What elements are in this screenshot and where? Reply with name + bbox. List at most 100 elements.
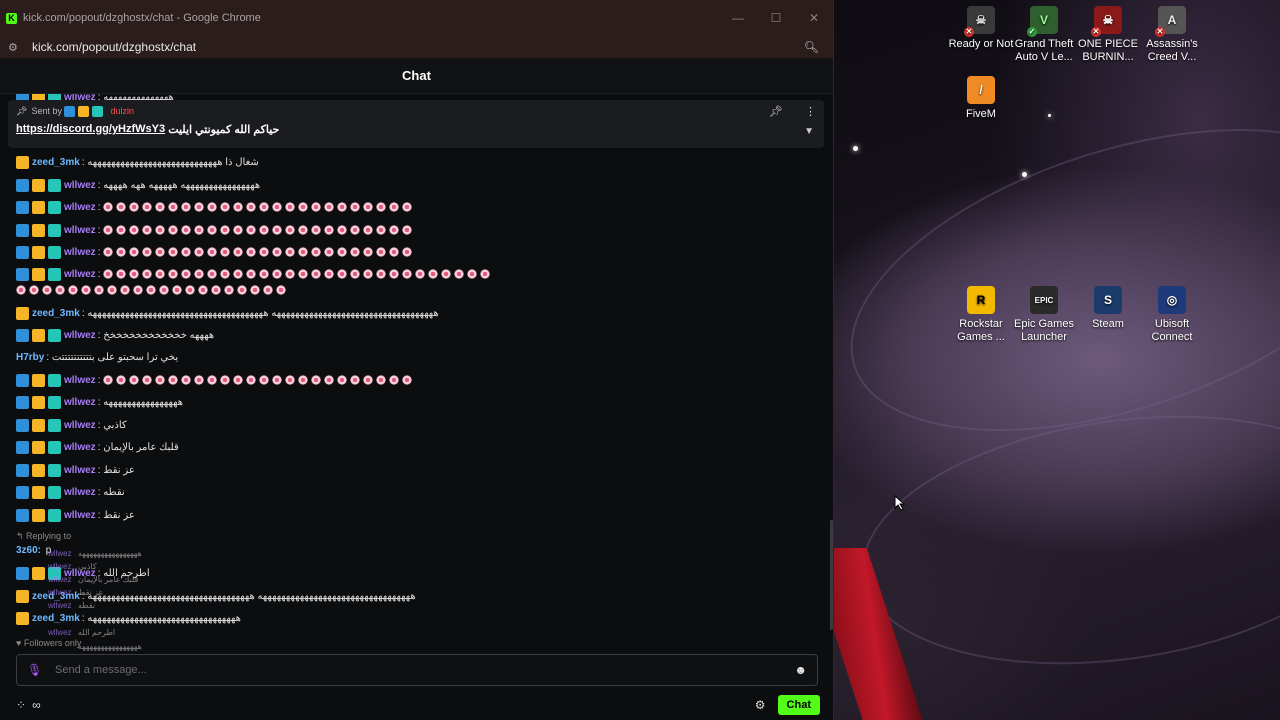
username[interactable]: wllwez <box>64 420 96 431</box>
unpin-icon[interactable]: 📌︎ <box>769 105 783 118</box>
emote-icon <box>350 247 361 257</box>
emote-icon <box>298 202 309 212</box>
settings-gear-icon[interactable]: ⚙ <box>755 698 766 712</box>
username[interactable]: wllwez <box>64 397 96 408</box>
kick-favicon-icon: K <box>6 12 17 24</box>
moderator-badge-icon <box>16 508 29 522</box>
emote-icon <box>276 285 286 295</box>
dots-icon[interactable]: ⁘ <box>16 698 26 712</box>
crown-badge-icon <box>16 611 29 625</box>
emote-icon <box>168 202 179 212</box>
emote-icon <box>16 285 26 295</box>
pinned-link[interactable]: https://discord.gg/yHzfWsY3 <box>16 123 165 136</box>
desktop-icon-ready-or-not[interactable]: ☠ ✕ Ready or Not <box>948 6 1014 51</box>
microphone-icon[interactable]: 🎙︎ <box>27 663 55 677</box>
username[interactable]: wllwez <box>64 225 96 236</box>
url-text[interactable]: kick.com/popout/dzghostx/chat <box>32 40 804 54</box>
search-icon[interactable]: 🔍︎ <box>804 40 825 54</box>
emote-icon <box>129 247 140 257</box>
pinned-message[interactable]: 📌︎ Sent by dulzin 📌︎ ⋮ https://discord.g… <box>8 100 824 148</box>
emote-icon <box>441 269 452 279</box>
username[interactable]: zeed_3mk <box>32 308 80 319</box>
username[interactable]: wllwez <box>64 330 96 341</box>
username[interactable]: wllwez <box>64 465 96 476</box>
emote-icon <box>181 225 192 235</box>
emote-icon <box>272 202 283 212</box>
username[interactable]: wllwez <box>64 247 96 258</box>
send-chat-button[interactable]: Chat <box>777 695 820 715</box>
crown-badge-icon <box>32 373 45 387</box>
more-options-icon[interactable]: ⋮ <box>805 105 816 118</box>
infinity-icon[interactable]: ∞ <box>32 698 41 712</box>
emote-icon <box>311 247 322 257</box>
message-text: ههههههههههههههههه <box>103 396 184 408</box>
chat-message: zeed_3mk: شغال ذا هههههههههههههههههههههه… <box>16 154 259 170</box>
username[interactable]: wllwez <box>64 442 96 453</box>
chat-scrollbar[interactable] <box>830 520 833 630</box>
window-title: kick.com/popout/dzghostx/chat - Google C… <box>23 12 261 24</box>
desktop-icon-rockstar[interactable]: R Rockstar Games ... <box>948 286 1014 344</box>
sent-by-label: Sent by <box>31 106 62 116</box>
emote-icon <box>198 285 208 295</box>
desktop-icon-epic-games[interactable]: EPIC Epic Games Launcher <box>1011 286 1077 344</box>
message-input[interactable] <box>55 664 795 676</box>
address-bar[interactable]: ⚙ kick.com/popout/dzghostx/chat 🔍︎ <box>0 36 833 58</box>
desktop-icon-fivem[interactable]: / FiveM <box>948 76 1014 121</box>
username[interactable]: wllwez <box>64 269 96 280</box>
emote-icon <box>272 269 283 279</box>
emote-icon <box>415 269 426 279</box>
emote-icon <box>103 225 114 235</box>
emote-icon <box>311 202 322 212</box>
maximize-button[interactable]: ☐ <box>757 11 795 25</box>
minimize-button[interactable]: — <box>719 11 757 25</box>
emote-icon <box>207 225 218 235</box>
desktop-icon-assassins-creed[interactable]: A ✕ Assassin's Creed V... <box>1139 6 1205 64</box>
emote-icon <box>116 375 127 385</box>
emote-icon <box>220 202 231 212</box>
emote-icon <box>233 269 244 279</box>
chat-message-continuation <box>16 282 286 298</box>
emote-icon <box>233 247 244 257</box>
emote-icon <box>194 375 205 385</box>
emote-icon <box>285 269 296 279</box>
emote-icon <box>376 202 387 212</box>
username[interactable]: wllwez <box>64 202 96 213</box>
emote-icon <box>220 247 231 257</box>
chat-message: wllwez: <box>16 372 413 388</box>
emote-icon <box>207 202 218 212</box>
emote-icon <box>103 269 114 279</box>
chat-messages[interactable]: wllwez: ههههههههههههههه 📌︎ Sent by dulzi… <box>0 94 834 654</box>
close-button[interactable]: ✕ <box>795 11 833 25</box>
one-piece-icon: ☠ ✕ <box>1091 6 1122 37</box>
site-settings-icon[interactable]: ⚙ <box>8 41 32 54</box>
desktop-icon-steam[interactable]: S Steam <box>1075 286 1141 331</box>
username[interactable]: zeed_3mk <box>32 157 80 168</box>
emote-icon <box>402 202 413 212</box>
crown-badge-icon <box>78 105 90 117</box>
message-text: شغال ذا ههههههههههههههههههههههههههههه <box>87 156 259 168</box>
message-input-box[interactable]: 🎙︎ ☻ <box>16 654 818 686</box>
desktop-icon-gta-v[interactable]: V ✓ Grand Theft Auto V Le... <box>1011 6 1077 64</box>
username[interactable]: wllwez <box>64 487 96 498</box>
username[interactable]: wllwez <box>64 180 96 191</box>
desktop-icon-one-piece[interactable]: ☠ ✕ ONE PIECE BURNIN... <box>1075 6 1141 64</box>
username[interactable]: H7rby <box>16 352 44 363</box>
emote-icon <box>285 375 296 385</box>
chat-message: wllwez: <box>16 199 413 215</box>
emote-icon <box>220 269 231 279</box>
title-bar[interactable]: K kick.com/popout/dzghostx/chat - Google… <box>0 0 833 36</box>
chevron-down-icon[interactable]: ▼ <box>804 126 814 137</box>
emote-icon <box>233 202 244 212</box>
emoji-picker-icon[interactable]: ☻ <box>794 663 807 677</box>
username[interactable]: zeed_3mk <box>32 613 80 624</box>
vip-badge-icon <box>48 508 61 522</box>
message-text: يخي ترا سحبتو على بتتتتتتتتتتت <box>51 351 179 363</box>
username[interactable]: 3z60: <box>16 545 41 556</box>
pinned-sender[interactable]: dulzin <box>110 106 134 116</box>
username[interactable]: wllwez <box>64 510 96 521</box>
desktop-icon-ubisoft[interactable]: ◎ Ubisoft Connect <box>1139 286 1205 344</box>
emote-icon <box>337 247 348 257</box>
username[interactable]: wllwez <box>64 375 96 386</box>
emote-icon <box>311 225 322 235</box>
emote-icon <box>272 375 283 385</box>
